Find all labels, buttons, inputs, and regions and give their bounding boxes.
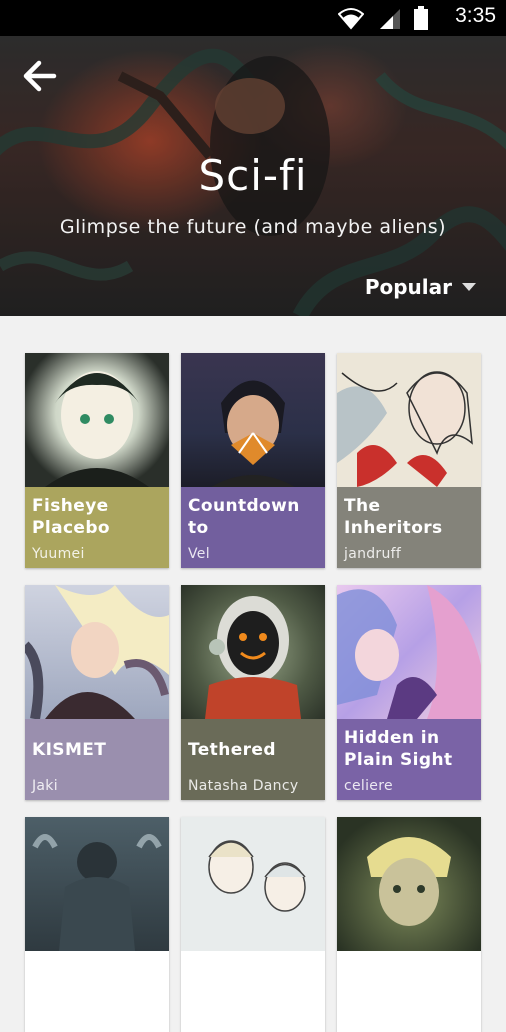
comic-title: KISMET bbox=[32, 740, 107, 760]
comic-author: celiere bbox=[344, 778, 393, 794]
comic-title: Countdown to bbox=[188, 496, 300, 538]
status-icons bbox=[338, 5, 428, 31]
comic-title: Tethered bbox=[188, 740, 276, 760]
comic-info: Tethered Natasha Dancy bbox=[181, 719, 325, 800]
category-subtitle: Glimpse the future (and maybe aliens) bbox=[59, 216, 447, 238]
battery-icon bbox=[414, 6, 428, 30]
comic-card[interactable] bbox=[337, 817, 481, 1032]
wifi-icon bbox=[338, 8, 364, 30]
comic-info: The Inheritors jandruff bbox=[337, 487, 481, 568]
category-title: Sci-fi bbox=[198, 151, 308, 200]
back-arrow-icon bbox=[23, 60, 57, 92]
comic-cover bbox=[25, 585, 169, 719]
comic-author: Natasha Dancy bbox=[188, 778, 299, 794]
comic-card[interactable]: The Inheritors jandruff bbox=[337, 353, 481, 568]
back-button[interactable] bbox=[20, 56, 60, 96]
comic-info: Fisheye Placebo Yuumei bbox=[25, 487, 169, 568]
status-time: 3:35 bbox=[455, 4, 496, 27]
comic-info: Hidden in Plain Sight celiere bbox=[337, 719, 481, 800]
comic-author: Vel bbox=[188, 546, 210, 562]
comic-cover bbox=[181, 817, 325, 951]
comic-title: Fisheye Placebo bbox=[32, 496, 111, 538]
comic-cover bbox=[181, 585, 325, 719]
comic-author: Yuumei bbox=[32, 546, 85, 562]
status-bar: 3:35 bbox=[0, 0, 506, 36]
comic-title: Hidden in Plain Sight bbox=[344, 728, 453, 770]
comic-cover bbox=[181, 353, 325, 487]
signal-icon bbox=[380, 9, 400, 29]
comic-title: The Inheritors bbox=[344, 496, 443, 538]
comic-cover bbox=[337, 585, 481, 719]
comic-cover bbox=[337, 353, 481, 487]
comic-info: Countdown to Vel bbox=[181, 487, 325, 568]
comic-card[interactable] bbox=[181, 817, 325, 1032]
comic-author: jandruff bbox=[344, 546, 402, 562]
comic-cover bbox=[25, 817, 169, 951]
comic-card[interactable]: KISMET Jaki bbox=[25, 585, 169, 800]
comic-card[interactable]: Countdown to Vel bbox=[181, 353, 325, 568]
category-banner: Sci-fi Glimpse the future (and maybe ali… bbox=[0, 36, 506, 316]
sort-label: Popular bbox=[364, 275, 452, 299]
comic-card[interactable]: Fisheye Placebo Yuumei bbox=[25, 353, 169, 568]
comic-author: Jaki bbox=[32, 778, 58, 794]
comic-cover bbox=[25, 353, 169, 487]
comic-info: KISMET Jaki bbox=[25, 719, 169, 800]
comic-card[interactable] bbox=[25, 817, 169, 1032]
comic-cover bbox=[337, 817, 481, 951]
comic-card[interactable]: Tethered Natasha Dancy bbox=[181, 585, 325, 800]
sort-dropdown[interactable]: Popular bbox=[365, 275, 476, 299]
dropdown-caret-icon bbox=[462, 283, 476, 291]
comic-card[interactable]: Hidden in Plain Sight celiere bbox=[337, 585, 481, 800]
